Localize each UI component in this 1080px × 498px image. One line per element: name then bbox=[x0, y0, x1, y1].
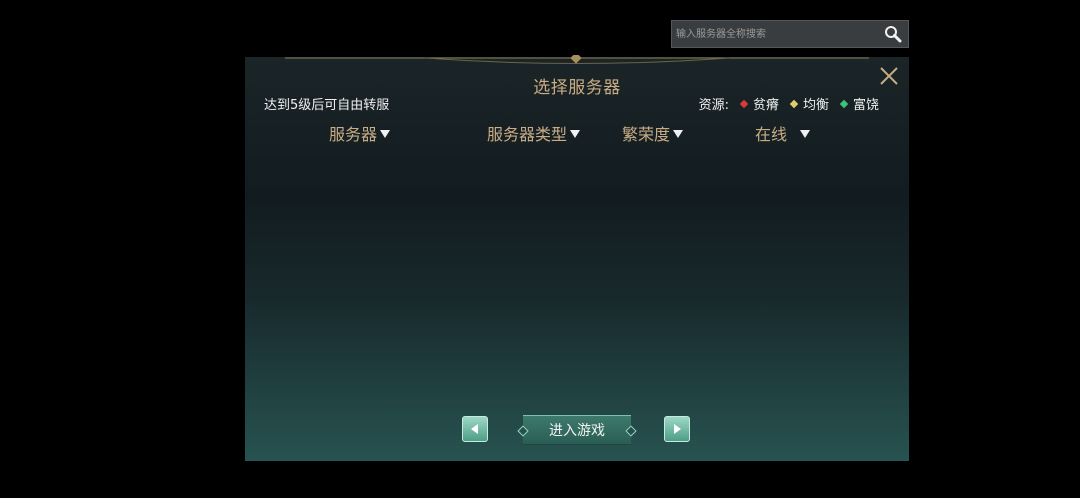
top-ornament-icon bbox=[285, 55, 869, 64]
enter-game-button[interactable]: 进入游戏 bbox=[517, 415, 637, 445]
sort-down-icon bbox=[673, 130, 684, 138]
close-icon bbox=[880, 67, 898, 85]
yellow-gem-icon bbox=[789, 99, 799, 108]
legend-item-label: 贫瘠 bbox=[752, 98, 779, 113]
red-gem-icon bbox=[739, 99, 749, 108]
server-select-panel: 选择服务器 达到5级后可自由转服 资源: 贫瘠 均衡 富饶 服务器 服务器类型 … bbox=[245, 55, 909, 461]
column-label: 繁荣度 bbox=[622, 125, 671, 144]
button-ornament-icon bbox=[625, 425, 637, 437]
arrow-right-icon bbox=[674, 424, 681, 434]
sort-prosperity[interactable]: 繁荣度 bbox=[622, 121, 684, 145]
server-search-input[interactable] bbox=[672, 21, 878, 47]
column-label: 在线 bbox=[755, 125, 793, 144]
transfer-hint: 达到5级后可自由转服 bbox=[264, 98, 390, 113]
legend-item-rich: 富饶 bbox=[839, 94, 879, 113]
green-gem-icon bbox=[839, 99, 849, 108]
sort-online[interactable]: 在线 bbox=[755, 121, 811, 145]
search-button[interactable] bbox=[878, 21, 908, 47]
legend-item-label: 富饶 bbox=[852, 98, 879, 113]
next-page-button[interactable] bbox=[664, 416, 690, 442]
sort-server-type[interactable]: 服务器类型 bbox=[487, 121, 581, 145]
button-ornament-icon bbox=[517, 425, 529, 437]
server-search-bar bbox=[671, 20, 909, 48]
column-label: 服务器类型 bbox=[487, 125, 568, 144]
legend-label: 资源: bbox=[698, 98, 729, 113]
search-icon bbox=[885, 26, 902, 43]
sort-down-icon bbox=[570, 130, 581, 138]
close-button[interactable] bbox=[879, 66, 899, 86]
arrow-left-icon bbox=[471, 424, 478, 434]
legend-item-balanced: 均衡 bbox=[789, 94, 829, 113]
sort-server-name[interactable]: 服务器 bbox=[329, 121, 391, 145]
prev-page-button[interactable] bbox=[462, 416, 488, 442]
legend-item-label: 均衡 bbox=[802, 98, 829, 113]
resource-legend: 资源: 贫瘠 均衡 富饶 bbox=[699, 94, 879, 113]
column-label: 服务器 bbox=[329, 125, 378, 144]
sort-down-icon bbox=[800, 130, 811, 138]
enter-game-label: 进入游戏 bbox=[549, 423, 605, 439]
game-screen: 选择服务器 达到5级后可自由转服 资源: 贫瘠 均衡 富饶 bbox=[0, 0, 1080, 498]
legend-item-poor: 贫瘠 bbox=[739, 94, 779, 113]
sort-down-icon bbox=[380, 130, 391, 138]
